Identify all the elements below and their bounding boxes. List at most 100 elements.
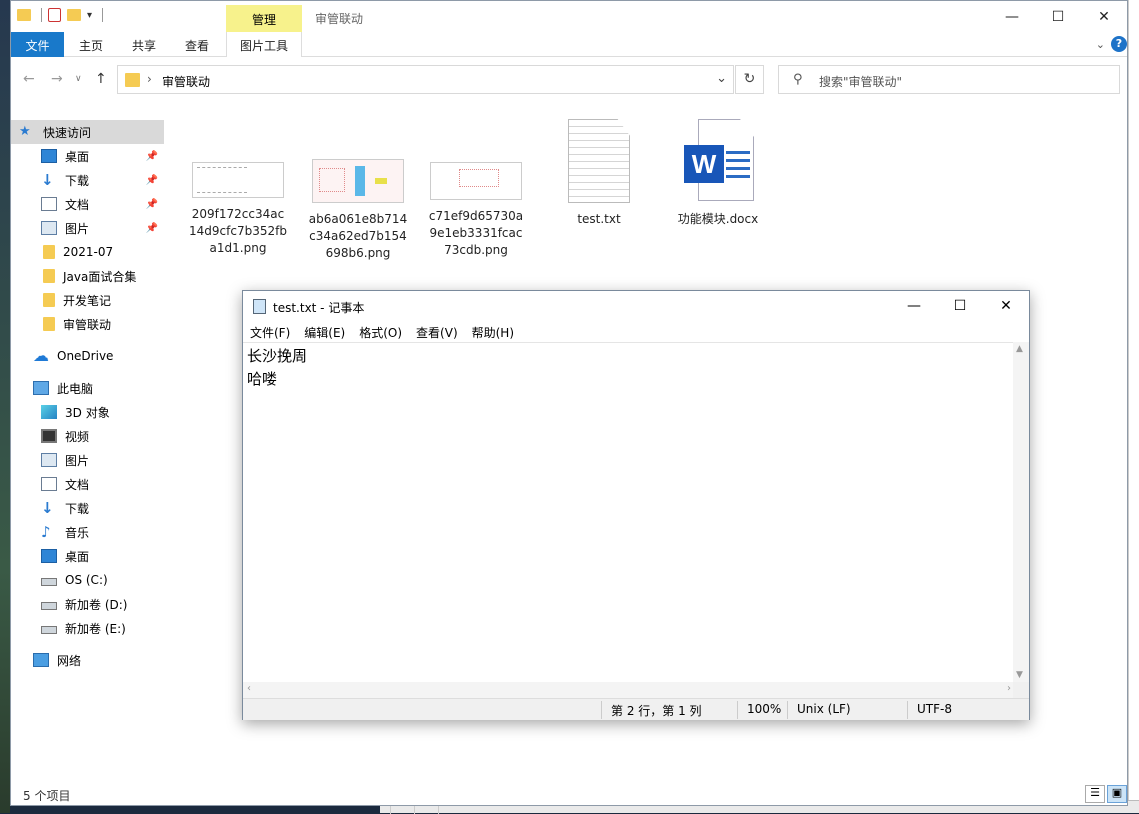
- properties-icon[interactable]: [48, 8, 61, 22]
- nav-item-pictures[interactable]: 图片 📌: [11, 216, 164, 240]
- nav-item-java-interview[interactable]: Java面试合集: [11, 264, 164, 288]
- tab-view[interactable]: 查看: [170, 32, 224, 57]
- scroll-left-icon[interactable]: ‹: [247, 683, 251, 694]
- chevron-right-icon: ›: [147, 72, 152, 86]
- search-input[interactable]: ⚲ 搜索"审管联动": [778, 65, 1120, 94]
- cloud-icon: ☁: [33, 346, 49, 365]
- pin-icon: 📌: [145, 150, 158, 162]
- menu-help[interactable]: 帮助(H): [465, 321, 521, 342]
- pin-icon: 📌: [145, 174, 158, 186]
- menu-format[interactable]: 格式(O): [352, 321, 409, 342]
- back-arrow-icon[interactable]: ←: [23, 71, 35, 87]
- nav-item-dev-notes[interactable]: 开发笔记: [11, 288, 164, 312]
- file-item-png-2[interactable]: ab6a061e8b714c34a62ed7b154698b6.png: [308, 159, 408, 262]
- notepad-text-area[interactable]: 长沙挽周 哈喽: [243, 342, 1015, 682]
- scroll-up-icon[interactable]: ▲: [1016, 344, 1023, 354]
- image-thumbnail: [192, 162, 284, 198]
- text-line: 长沙挽周: [247, 347, 308, 365]
- context-tab-manage[interactable]: 管理: [226, 5, 302, 32]
- help-icon[interactable]: ?: [1111, 36, 1127, 52]
- file-item-png-3[interactable]: c71ef9d65730a9e1eb3331fcac73cdb.png: [426, 162, 526, 259]
- breadcrumb[interactable]: 审管联动: [162, 73, 210, 90]
- drive-icon: [41, 577, 57, 586]
- search-placeholder: 搜索"审管联动": [819, 75, 903, 89]
- nav-quick-access[interactable]: ★ 快速访问: [11, 120, 164, 144]
- tab-file[interactable]: 文件: [11, 32, 64, 57]
- maximize-button[interactable]: ☐: [1035, 1, 1081, 32]
- nav-pc-desktop[interactable]: 桌面: [11, 544, 164, 568]
- folder-icon: [43, 269, 55, 283]
- new-folder-icon[interactable]: [67, 9, 81, 21]
- tab-share[interactable]: 共享: [118, 32, 170, 57]
- ribbon-right-controls: ⌄ ?: [1096, 36, 1127, 52]
- nav-this-pc[interactable]: 此电脑: [11, 376, 164, 400]
- status-divider: [601, 701, 602, 719]
- up-arrow-icon[interactable]: ↑: [95, 71, 107, 87]
- large-icons-view-icon[interactable]: ▣: [1107, 785, 1127, 803]
- star-icon: ★: [19, 124, 31, 139]
- file-name: test.txt: [577, 212, 621, 226]
- video-icon: [41, 429, 57, 443]
- menu-view[interactable]: 查看(V): [409, 321, 465, 342]
- document-icon: [41, 197, 57, 211]
- vertical-scrollbar[interactable]: ▲ ▼: [1013, 342, 1029, 682]
- chevron-down-icon[interactable]: ⌄: [716, 71, 727, 86]
- document-icon: [41, 477, 57, 491]
- download-icon: ↓: [41, 171, 54, 189]
- scroll-right-icon[interactable]: ›: [1007, 683, 1011, 694]
- close-button[interactable]: ✕: [983, 291, 1029, 321]
- close-button[interactable]: ✕: [1081, 1, 1127, 32]
- minimize-button[interactable]: —: [989, 1, 1035, 32]
- status-divider: [787, 701, 788, 719]
- nav-item-2021-07[interactable]: 2021-07: [11, 240, 164, 264]
- text-line: 哈喽: [247, 370, 278, 388]
- menu-file[interactable]: 文件(F): [243, 321, 297, 342]
- nav-item-desktop[interactable]: 桌面 📌: [11, 144, 164, 168]
- file-item-png-1[interactable]: 209f172cc34ac14d9cfc7b352fba1d1.png: [188, 162, 288, 257]
- notepad-title: test.txt - 记事本: [273, 301, 365, 315]
- nav-pc-pictures[interactable]: 图片: [11, 448, 164, 472]
- customize-toolbar-icon[interactable]: ▾: [87, 10, 92, 21]
- nav-pc-drive-e[interactable]: 新加卷 (E:): [11, 616, 164, 640]
- desktop-wallpaper: [0, 0, 10, 813]
- refresh-button[interactable]: ↻: [735, 65, 764, 94]
- nav-pc-drive-c[interactable]: OS (C:): [11, 568, 164, 592]
- nav-pc-documents[interactable]: 文档: [11, 472, 164, 496]
- details-view-icon[interactable]: ☰: [1085, 785, 1105, 803]
- nav-pc-music[interactable]: ♪ 音乐: [11, 520, 164, 544]
- scroll-down-icon[interactable]: ▼: [1016, 670, 1023, 680]
- download-icon: ↓: [41, 499, 54, 517]
- minimize-button[interactable]: —: [891, 291, 937, 321]
- horizontal-scrollbar[interactable]: ‹ ›: [243, 682, 1015, 698]
- background-window-edge: [1128, 0, 1139, 813]
- nav-pc-3d-objects[interactable]: 3D 对象: [11, 400, 164, 424]
- notepad-window-controls: — ☐ ✕: [891, 291, 1029, 321]
- nav-pc-drive-d[interactable]: 新加卷 (D:): [11, 592, 164, 616]
- nav-pc-downloads[interactable]: ↓ 下载: [11, 496, 164, 520]
- nav-network[interactable]: 网络: [11, 648, 164, 672]
- tab-home[interactable]: 主页: [64, 32, 118, 57]
- nav-onedrive[interactable]: ☁ OneDrive: [11, 344, 164, 368]
- toolbar-divider: [41, 8, 42, 22]
- explorer-title-bar: ▾ 管理 审管联动 — ☐ ✕: [11, 1, 1127, 32]
- recent-locations-icon[interactable]: ∨: [75, 74, 82, 84]
- status-divider: [907, 701, 908, 719]
- notepad-icon: [253, 299, 266, 314]
- forward-arrow-icon[interactable]: →: [51, 71, 63, 87]
- nav-item-documents[interactable]: 文档 📌: [11, 192, 164, 216]
- menu-edit[interactable]: 编辑(E): [297, 321, 352, 342]
- folder-icon: [43, 293, 55, 307]
- nav-pc-videos[interactable]: 视频: [11, 424, 164, 448]
- zoom-level: 100%: [747, 702, 782, 716]
- file-item-docx[interactable]: W 功能模块.docx: [668, 119, 768, 228]
- nav-item-downloads[interactable]: ↓ 下载 📌: [11, 168, 164, 192]
- window-controls: — ☐ ✕: [989, 1, 1127, 32]
- maximize-button[interactable]: ☐: [937, 291, 983, 321]
- file-name: 209f172cc34ac14d9cfc7b352fba1d1.png: [189, 207, 287, 255]
- address-bar[interactable]: › 审管联动 ⌄: [117, 65, 734, 94]
- file-item-txt[interactable]: test.txt: [549, 119, 649, 228]
- nav-item-shenguan[interactable]: 审管联动: [11, 312, 164, 336]
- tab-picture-tools[interactable]: 图片工具: [226, 32, 302, 57]
- window-title: 审管联动: [315, 12, 364, 26]
- expand-ribbon-icon[interactable]: ⌄: [1096, 38, 1105, 51]
